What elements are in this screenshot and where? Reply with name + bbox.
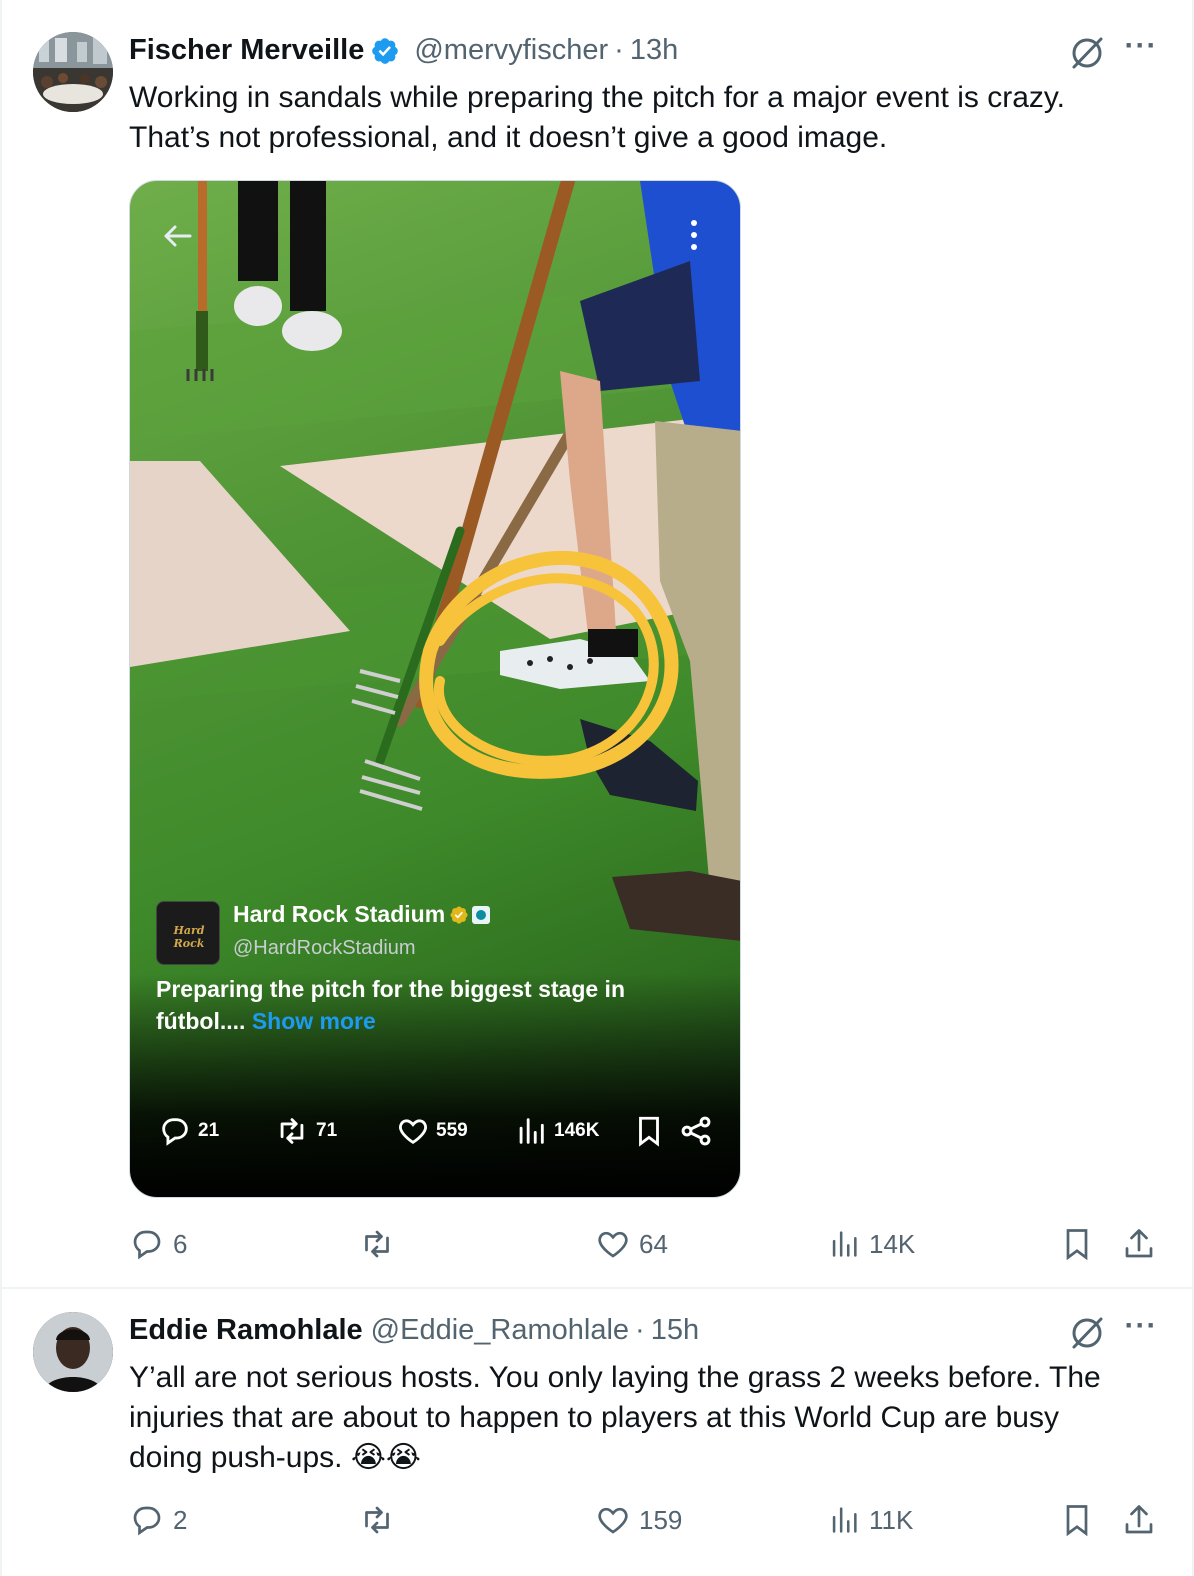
separator: · (614, 34, 624, 66)
heart-icon (598, 1507, 628, 1534)
tweet-header: Fischer Merveille @mervyfischer · 13h (129, 34, 678, 67)
repost-icon (365, 1506, 389, 1534)
share-icon (1125, 1505, 1153, 1534)
tweet-text-line: doing push-ups. 😭😭 (129, 1441, 421, 1474)
views-count: 14K (869, 1228, 916, 1259)
timestamp[interactable]: 15h (651, 1314, 699, 1347)
author-name[interactable]: Fischer Merveille (129, 34, 364, 67)
tweet-text-line: That’s not professional, and it doesn’t … (129, 121, 888, 154)
avatar[interactable] (33, 1312, 113, 1392)
embedded-action-bar: 21 71 559 146K (156, 1111, 716, 1151)
video-frame (130, 181, 740, 941)
views-icon (832, 1507, 857, 1533)
bookmark-icon (1066, 1229, 1088, 1261)
avatar[interactable] (33, 32, 113, 112)
separator: · (635, 1314, 645, 1346)
bookmark-icon (639, 1116, 659, 1147)
gold-verified-icon (450, 905, 468, 924)
tweet-text-line: Y’all are not serious hosts. You only la… (129, 1361, 1101, 1394)
more-icon[interactable]: ··· (1124, 31, 1158, 70)
affiliate-badge-icon (472, 905, 491, 924)
tweet-header: Eddie Ramohlale @Eddie_Ramohlale · 15h (129, 1314, 699, 1347)
embedded-like-button[interactable]: 559 (396, 1111, 468, 1151)
reply-count: 2 (173, 1504, 188, 1535)
views-button[interactable]: 14K (827, 1224, 915, 1264)
reply-icon (133, 1230, 161, 1260)
repost-icon (365, 1230, 389, 1258)
embedded-bookmark-button[interactable] (632, 1111, 672, 1151)
like-count: 159 (639, 1504, 683, 1535)
views-icon (519, 1118, 544, 1144)
reply-button[interactable]: 6 (129, 1224, 187, 1264)
tweet-text-line: injuries that are about to happen to pla… (129, 1401, 1059, 1434)
embedded-text: Preparing the pitch for the biggest stag… (156, 973, 716, 1037)
share-button[interactable] (1121, 1500, 1165, 1540)
like-button[interactable]: 64 (595, 1224, 668, 1264)
views-count: 11K (869, 1504, 914, 1535)
hard-rock-logo: Hard Rock (156, 901, 220, 965)
back-arrow-icon[interactable] (160, 219, 194, 253)
more-icon[interactable]: ··· (1124, 1311, 1158, 1350)
share-icon (1125, 1229, 1153, 1258)
heart-icon (598, 1231, 628, 1258)
embedded-reply-count: 21 (198, 1120, 220, 1141)
like-count: 64 (639, 1228, 668, 1259)
embedded-text-line: Preparing the pitch for the biggest stag… (156, 976, 625, 1002)
embedded-repost-count: 71 (316, 1120, 338, 1141)
tweet-text: Y’all are not serious hosts. You only la… (129, 1358, 1129, 1478)
reply-button[interactable]: 2 (129, 1500, 187, 1540)
bookmark-button[interactable] (1059, 1500, 1103, 1540)
views-icon (832, 1231, 857, 1257)
embedded-repost-button[interactable]: 71 (274, 1111, 337, 1151)
repost-button[interactable] (357, 1224, 405, 1264)
views-button[interactable]: 11K (827, 1500, 913, 1540)
tweet-divider (0, 1287, 1194, 1289)
embedded-like-count: 559 (436, 1120, 468, 1141)
show-more-link[interactable]: Show more (252, 1008, 376, 1034)
tweet-action-bar: 2 159 11K (129, 1500, 1169, 1540)
embedded-share-button[interactable] (678, 1111, 720, 1151)
embedded-author: Hard Rock Stadium (233, 901, 491, 928)
repost-icon (280, 1118, 304, 1144)
bookmark-icon (1066, 1505, 1088, 1537)
embedded-handle: @HardRockStadium (233, 937, 416, 959)
author-handle[interactable]: @Eddie_Ramohlale (371, 1314, 629, 1347)
reply-icon (133, 1506, 161, 1536)
share-button[interactable] (1121, 1224, 1165, 1264)
video-more-icon[interactable] (686, 217, 702, 253)
like-button[interactable]: 159 (595, 1500, 682, 1540)
embedded-reply-button[interactable]: 21 (158, 1111, 219, 1151)
grok-icon[interactable] (1068, 1314, 1106, 1352)
share-icon (681, 1116, 711, 1146)
tweet-text: Working in sandals while preparing the p… (129, 78, 1129, 158)
embedded-author-name: Hard Rock Stadium (233, 901, 446, 927)
repost-button[interactable] (357, 1500, 405, 1540)
embedded-views-count: 146K (554, 1120, 600, 1141)
grok-icon[interactable] (1068, 34, 1106, 72)
embedded-text-line: fútbol.... (156, 1008, 252, 1034)
author-handle[interactable]: @mervyfischer (414, 34, 608, 67)
tweet-text-line: Working in sandals while preparing the p… (129, 81, 1065, 114)
embedded-views-button[interactable]: 146K (514, 1111, 599, 1151)
timestamp[interactable]: 13h (630, 34, 678, 67)
tweet-action-bar: 6 64 14K (129, 1224, 1169, 1264)
reply-count: 6 (173, 1228, 188, 1259)
reply-icon (162, 1118, 188, 1146)
verified-badge-icon (370, 36, 400, 66)
embedded-video[interactable]: Hard Rock Hard Rock Stadium @HardRockSta… (129, 180, 741, 1198)
bookmark-button[interactable] (1059, 1224, 1103, 1264)
author-name[interactable]: Eddie Ramohlale (129, 1314, 363, 1347)
heart-icon (399, 1119, 427, 1145)
